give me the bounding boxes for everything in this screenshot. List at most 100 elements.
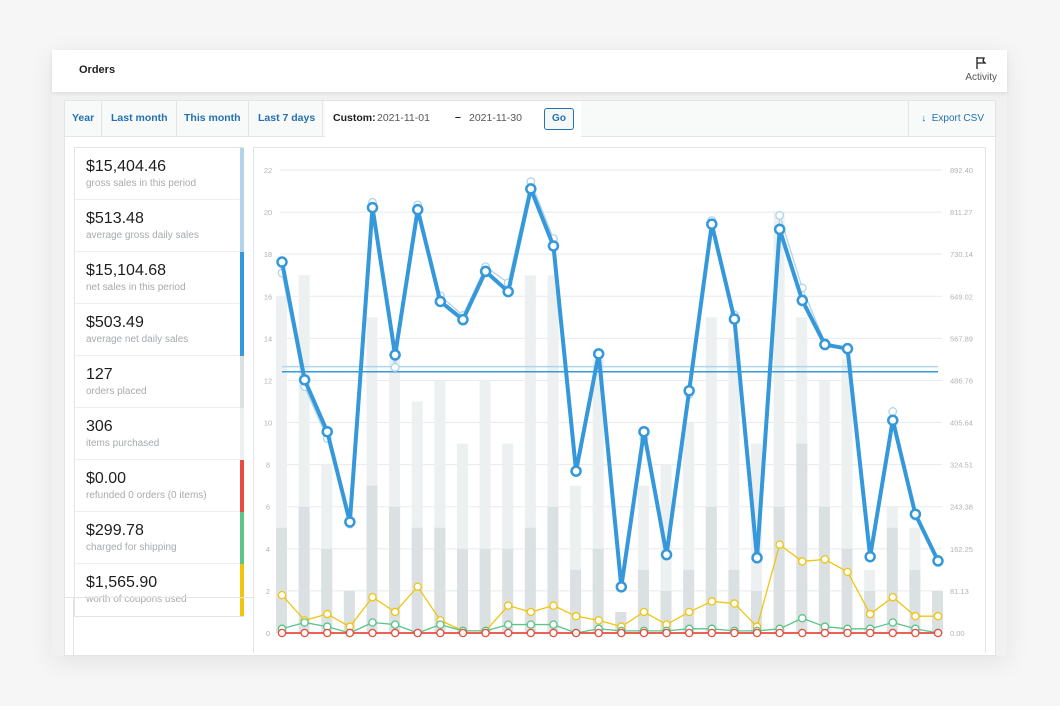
refunds-point: [436, 628, 445, 638]
page-title: Orders: [79, 64, 116, 76]
refunds-point: [594, 628, 603, 638]
refunds-point: [277, 628, 287, 638]
left-tick-label: 16: [264, 292, 272, 301]
bar-orders: [683, 569, 695, 633]
net-sales-point: [660, 548, 673, 561]
bar-orders: [796, 443, 808, 633]
right-tick-label: 730.14: [950, 250, 973, 259]
net-sales-point: [819, 338, 831, 351]
refunds-point: [390, 628, 400, 638]
net-sales-point: [796, 294, 809, 307]
net-sales-point: [276, 256, 288, 268]
tab-last-month[interactable]: Last month: [103, 101, 177, 136]
coupons-line: [281, 543, 938, 632]
bar-orders: [886, 527, 898, 633]
left-tick-label: 4: [266, 545, 270, 554]
bar-orders: [818, 506, 830, 633]
coupons-point: [911, 611, 920, 621]
coupons-point: [503, 601, 513, 610]
net-sales-point: [773, 223, 786, 236]
net-sales-point: [728, 313, 741, 325]
refunds-point: [707, 628, 717, 638]
date-to-input[interactable]: 2021-11-30: [469, 112, 522, 124]
refunds-point: [413, 628, 422, 638]
refunds-point: [798, 628, 807, 638]
coupons-point: [571, 611, 581, 621]
net-sales-point: [683, 384, 695, 397]
app-window: Orders Activity Year Last month This mon…: [52, 50, 1007, 658]
coupons-point: [526, 607, 536, 617]
tab-this-month[interactable]: This month: [177, 101, 249, 136]
arrow-down-icon: ↓: [921, 113, 927, 124]
coupons-point: [413, 582, 422, 591]
tab-year[interactable]: Year: [65, 101, 103, 136]
legend-value: 127: [86, 366, 113, 383]
content-area: Year Last month This month Last 7 days C…: [52, 92, 1007, 658]
net-sales-point: [909, 508, 922, 520]
orders-chart: 0 0.00 2 81.13 4 162.25 6 243.38 8 324.51 10 405.64…: [264, 166, 973, 638]
left-tick-label: 14: [264, 334, 272, 343]
legend-color-bar: [240, 252, 244, 304]
legend-color-bar: [240, 356, 244, 408]
refunds-point: [617, 628, 626, 638]
coupons-point: [865, 609, 875, 619]
legend-item[interactable]: 306 items purchased: [75, 408, 244, 460]
refunds-point: [843, 628, 852, 638]
left-tick-label: 8: [266, 461, 270, 470]
legend-value: $1,565.90: [86, 574, 158, 591]
net-sales-point: [502, 285, 514, 298]
bar-orders: [298, 506, 310, 633]
bar-orders: [705, 506, 717, 633]
net-sales-point: [434, 295, 447, 308]
legend-item[interactable]: $0.00 refunded 0 orders (0 items): [75, 460, 244, 512]
legend-description: refunded 0 orders (0 items): [86, 490, 207, 501]
net-sales-point: [344, 516, 356, 528]
legend-item[interactable]: $1,565.90 worth of coupons used: [75, 564, 244, 616]
go-button[interactable]: Go: [544, 108, 574, 130]
legend-description: gross sales in this period: [86, 178, 197, 189]
legend-item[interactable]: $299.78 charged for shipping: [75, 512, 244, 564]
left-tick-label: 10: [264, 419, 272, 428]
net-sales-point: [638, 425, 650, 438]
left-tick-label: 20: [264, 208, 272, 217]
tab-last-7-days[interactable]: Last 7 days: [251, 101, 324, 136]
legend-value: $0.00: [86, 470, 127, 487]
legend-item[interactable]: $513.48 average gross daily sales: [75, 200, 244, 252]
divider: [73, 598, 74, 658]
legend-value: $503.49: [86, 314, 144, 331]
refunds-point: [684, 628, 694, 638]
refunds-point: [503, 628, 513, 638]
net-sales-point: [411, 203, 424, 216]
net-sales-point: [841, 342, 854, 355]
export-csv-button[interactable]: ↓ Export CSV: [908, 101, 995, 136]
legend-item[interactable]: $15,404.46 gross sales in this period: [75, 148, 244, 200]
refunds-point: [345, 628, 355, 638]
legend-item[interactable]: $503.49 average net daily sales: [75, 304, 244, 356]
right-tick-label: 243.38: [950, 503, 973, 512]
refunds-point: [865, 628, 875, 638]
custom-label: Custom:: [333, 112, 376, 124]
legend-item[interactable]: $15,104.68 net sales in this period: [75, 252, 244, 304]
right-tick-label: 892.40: [950, 166, 973, 175]
bar-orders: [321, 548, 333, 633]
right-tick-label: 811.27: [950, 208, 972, 217]
legend-color-bar: [240, 408, 244, 460]
refunds-point: [549, 628, 558, 638]
gross-sales-line: [281, 180, 939, 587]
coupons-point: [684, 607, 694, 617]
bar-orders: [841, 548, 853, 633]
left-tick-label: 2: [266, 587, 270, 596]
legend-color-bar: [240, 564, 244, 616]
bar-orders: [479, 548, 491, 633]
date-from-input[interactable]: 2021-11-01: [377, 112, 430, 124]
coupons-point: [707, 597, 717, 606]
chart-legend: $15,404.46 gross sales in this period $513…: [74, 147, 244, 617]
bar-orders: [909, 569, 921, 633]
bar-orders: [570, 569, 582, 633]
activity-button[interactable]: Activity: [965, 56, 997, 83]
coupons-point: [820, 555, 830, 564]
refunds-point: [571, 628, 581, 638]
legend-item[interactable]: 127 orders placed: [75, 356, 244, 408]
refunds-point: [888, 628, 898, 638]
net-sales-point: [366, 201, 379, 214]
